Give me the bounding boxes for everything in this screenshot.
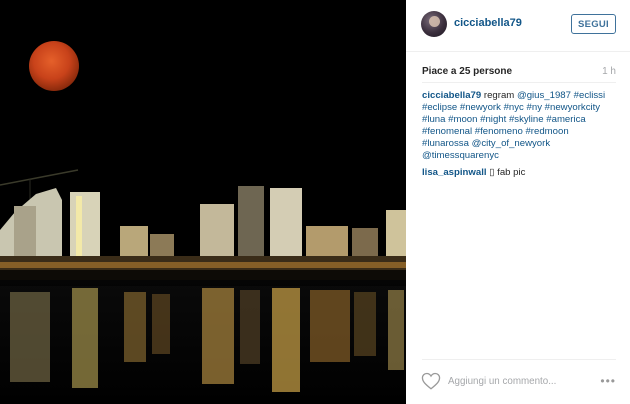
more-options-icon[interactable]: ••• — [600, 374, 616, 388]
instagram-post: cicciabella79 SEGUI Piace a 25 persone 1… — [0, 0, 630, 404]
caption-mention[interactable]: @gius_1987 — [517, 90, 571, 101]
comment-item: lisa_aspinwall ▯ fab pic — [422, 167, 618, 179]
comment-username[interactable]: lisa_aspinwall — [422, 167, 487, 178]
heart-icon[interactable] — [421, 372, 441, 390]
avatar[interactable] — [421, 11, 447, 37]
add-comment-input[interactable]: Aggiungi un commento... — [448, 376, 556, 387]
divider — [422, 82, 616, 83]
caption-text: regram — [483, 90, 515, 101]
post-header: cicciabella79 SEGUI — [406, 0, 630, 52]
post-sidebar: cicciabella79 SEGUI Piace a 25 persone 1… — [406, 0, 630, 404]
post-time: 1 h — [602, 66, 616, 77]
likes-count[interactable]: Piace a 25 persone — [422, 66, 512, 77]
red-moon — [29, 41, 79, 91]
comment-text: ▯ fab pic — [489, 167, 526, 178]
divider — [422, 359, 616, 360]
post-photo[interactable] — [0, 0, 406, 404]
caption-username[interactable]: cicciabella79 — [422, 90, 481, 101]
follow-button[interactable]: SEGUI — [570, 14, 616, 34]
night-skyline-image — [0, 0, 406, 404]
post-caption: cicciabella79 regram @gius_1987 #eclissi… — [422, 90, 618, 162]
username-link[interactable]: cicciabella79 — [454, 17, 522, 29]
